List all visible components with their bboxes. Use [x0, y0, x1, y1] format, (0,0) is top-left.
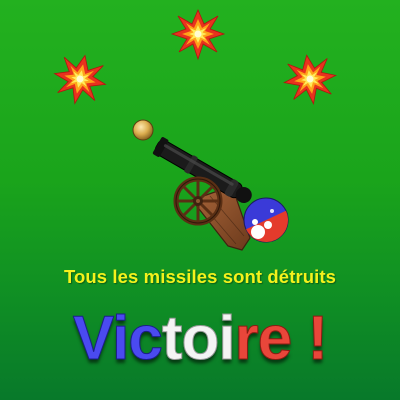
victory-title: Victoire !: [0, 304, 400, 374]
explosion-icon: [48, 49, 111, 110]
victory-text-red: re !: [234, 304, 328, 374]
victory-text-blue: Vic: [72, 304, 163, 374]
ammo-ball-icon: [243, 197, 289, 243]
status-message: Tous les missiles sont détruits: [63, 266, 337, 287]
cannonball-icon: [132, 119, 154, 141]
victory-text-white: toi: [161, 304, 236, 374]
cannon-icon[interactable]: [152, 136, 256, 251]
explosion-icon: [171, 9, 225, 60]
explosion-icon: [280, 51, 340, 108]
